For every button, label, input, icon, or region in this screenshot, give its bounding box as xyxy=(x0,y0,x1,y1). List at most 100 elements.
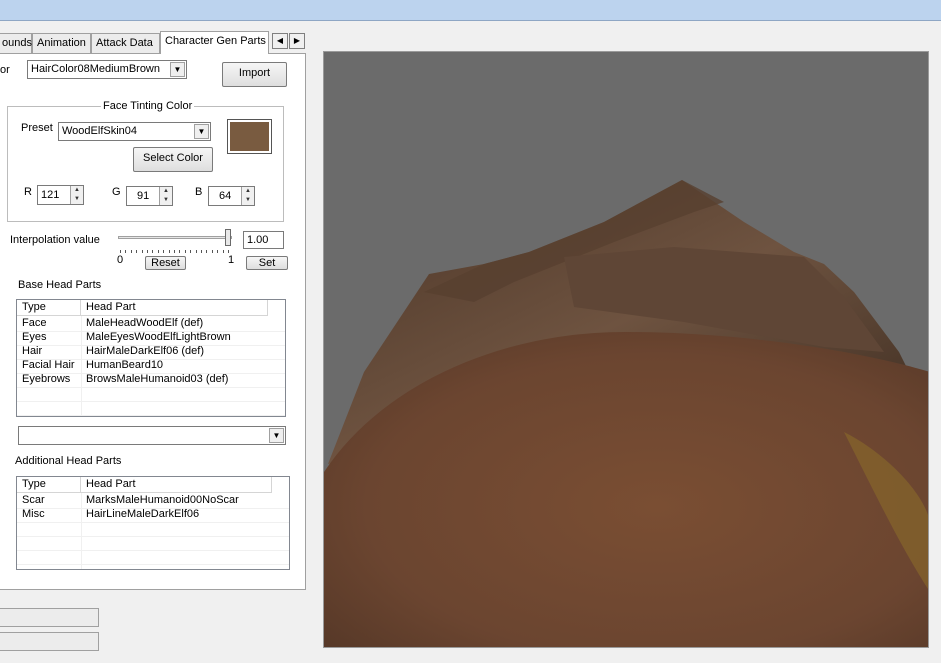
col-header-head-part[interactable]: Head Part xyxy=(81,300,268,316)
face-tinting-title: Face Tinting Color xyxy=(101,100,195,112)
table-row[interactable] xyxy=(17,401,285,415)
base-head-parts-list[interactable]: Type Head Part Face MaleHeadWoodElf (def)… xyxy=(16,299,286,417)
table-row[interactable]: Misc HairLineMaleDarkElf06 xyxy=(17,508,289,522)
row-head-part: HairLineMaleDarkElf06 xyxy=(86,508,200,520)
slider-max-label: 1 xyxy=(228,254,235,266)
select-color-label: Select Color xyxy=(143,152,203,164)
slider-min-label: 0 xyxy=(117,254,124,266)
table-row[interactable]: Eyebrows BrowsMaleHumanoid03 (def) xyxy=(17,373,285,387)
row-head-part: MarksMaleHumanoid00NoScar xyxy=(86,494,239,506)
tab-label: Attack Data xyxy=(96,37,153,49)
row-type: Face xyxy=(22,317,47,329)
slider-tick xyxy=(130,250,132,253)
interpolation-slider-thumb[interactable] xyxy=(225,229,231,246)
table-row[interactable] xyxy=(17,387,285,401)
reset-button[interactable]: Reset xyxy=(145,256,186,270)
spin-up-icon[interactable]: ▲ xyxy=(242,187,254,196)
col-header-type[interactable]: Type xyxy=(17,477,81,493)
tab-label: ounds xyxy=(2,37,32,49)
slider-tick xyxy=(190,250,192,253)
table-row[interactable] xyxy=(17,550,289,564)
preset-label: Preset xyxy=(21,122,53,134)
table-row[interactable] xyxy=(17,536,289,550)
b-spinner[interactable]: 64 ▲ ▼ xyxy=(208,186,255,206)
tab-scroll-left-icon[interactable]: ◀ xyxy=(272,33,288,49)
set-button[interactable]: Set xyxy=(246,256,288,270)
additional-head-parts-list[interactable]: Type Head Part Scar MarksMaleHumanoid00No… xyxy=(16,476,290,570)
tab-character-gen-parts[interactable]: Character Gen Parts xyxy=(160,31,269,54)
spin-down-icon[interactable]: ▼ xyxy=(242,196,254,205)
tab-animation[interactable]: Animation xyxy=(32,33,91,53)
reset-label: Reset xyxy=(151,257,180,269)
spin-down-icon[interactable]: ▼ xyxy=(160,196,172,205)
row-gridline xyxy=(17,564,289,565)
head-model-render xyxy=(324,180,928,647)
slider-tick xyxy=(136,250,138,253)
row-type: Misc xyxy=(22,508,45,520)
slider-tick xyxy=(184,250,186,253)
slider-tick xyxy=(174,250,175,253)
g-spin-buttons[interactable]: ▲ ▼ xyxy=(159,187,172,205)
hair-color-dropdown[interactable]: HairColor08MediumBrown ▼ xyxy=(27,60,187,79)
tint-color-swatch[interactable] xyxy=(227,119,272,154)
col-header-type[interactable]: Type xyxy=(17,300,81,316)
r-spin-buttons[interactable]: ▲ ▼ xyxy=(70,186,83,204)
additional-head-parts-title: Additional Head Parts xyxy=(15,455,122,467)
slider-tick xyxy=(163,250,165,253)
slider-tick xyxy=(125,250,127,253)
interpolation-slider-track[interactable] xyxy=(118,236,232,239)
r-spinner[interactable]: 121 ▲ ▼ xyxy=(37,185,84,205)
chevron-down-icon[interactable]: ▼ xyxy=(269,428,284,443)
b-spin-buttons[interactable]: ▲ ▼ xyxy=(241,187,254,205)
table-row[interactable]: Facial Hair HumanBeard10 xyxy=(17,359,285,373)
tab-label: Character Gen Parts xyxy=(165,35,266,47)
hair-color-label: or xyxy=(0,64,10,76)
col-header-head-part[interactable]: Head Part xyxy=(81,477,272,493)
row-head-part: MaleEyesWoodElfLightBrown xyxy=(86,331,231,343)
row-head-part: HairMaleDarkElf06 (def) xyxy=(86,345,204,357)
hair-color-value: HairColor08MediumBrown xyxy=(31,63,160,75)
spin-down-icon[interactable]: ▼ xyxy=(71,195,83,204)
slider-tick xyxy=(147,250,148,253)
swatch-fill xyxy=(230,122,269,151)
g-spinner[interactable]: 91 ▲ ▼ xyxy=(126,186,173,206)
spin-up-icon[interactable]: ▲ xyxy=(160,187,172,196)
g-label: G xyxy=(112,186,121,198)
row-type: Eyes xyxy=(22,331,47,343)
slider-tick xyxy=(222,250,224,253)
g-value: 91 xyxy=(137,190,150,202)
slider-tick xyxy=(120,250,121,253)
spin-up-icon[interactable]: ▲ xyxy=(71,186,83,195)
status-field-1 xyxy=(0,608,99,627)
chevron-down-icon[interactable]: ▼ xyxy=(170,62,185,77)
table-row[interactable]: Hair HairMaleDarkElf06 (def) xyxy=(17,345,285,359)
b-value: 64 xyxy=(219,190,232,202)
slider-tick xyxy=(141,250,143,253)
table-row[interactable]: Scar MarksMaleHumanoid00NoScar xyxy=(17,494,289,508)
table-row[interactable] xyxy=(17,522,289,536)
import-button[interactable]: Import xyxy=(222,62,287,87)
row-head-part: BrowsMaleHumanoid03 (def) xyxy=(86,373,229,385)
row-type: Facial Hair xyxy=(22,359,75,371)
tab-sounds[interactable]: ounds xyxy=(0,33,32,53)
3d-preview-viewport[interactable] xyxy=(323,51,929,648)
tab-scroll-right-icon[interactable]: ▶ xyxy=(289,33,305,49)
b-label: B xyxy=(195,186,203,198)
row-head-part: MaleHeadWoodElf (def) xyxy=(86,317,204,329)
table-row[interactable]: Eyes MaleEyesWoodElfLightBrown xyxy=(17,331,285,345)
row-head-part: HumanBeard10 xyxy=(86,359,164,371)
interpolation-value-input[interactable]: 1.00 xyxy=(243,231,284,249)
head-part-dropdown[interactable]: ▼ xyxy=(18,426,286,445)
slider-tick xyxy=(211,250,213,253)
table-row[interactable]: Face MaleHeadWoodElf (def) xyxy=(17,317,285,331)
slider-tick xyxy=(217,250,219,253)
slider-tick xyxy=(179,250,181,253)
preset-dropdown[interactable]: WoodElfSkin04 ▼ xyxy=(58,122,211,141)
select-color-button[interactable]: Select Color xyxy=(133,147,213,172)
chevron-down-icon[interactable]: ▼ xyxy=(194,124,209,139)
slider-tick xyxy=(152,250,154,253)
slider-tick xyxy=(168,250,170,253)
tab-attack-data[interactable]: Attack Data xyxy=(91,33,160,53)
interpolation-value: 1.00 xyxy=(247,234,269,246)
title-bar-border xyxy=(0,20,941,21)
